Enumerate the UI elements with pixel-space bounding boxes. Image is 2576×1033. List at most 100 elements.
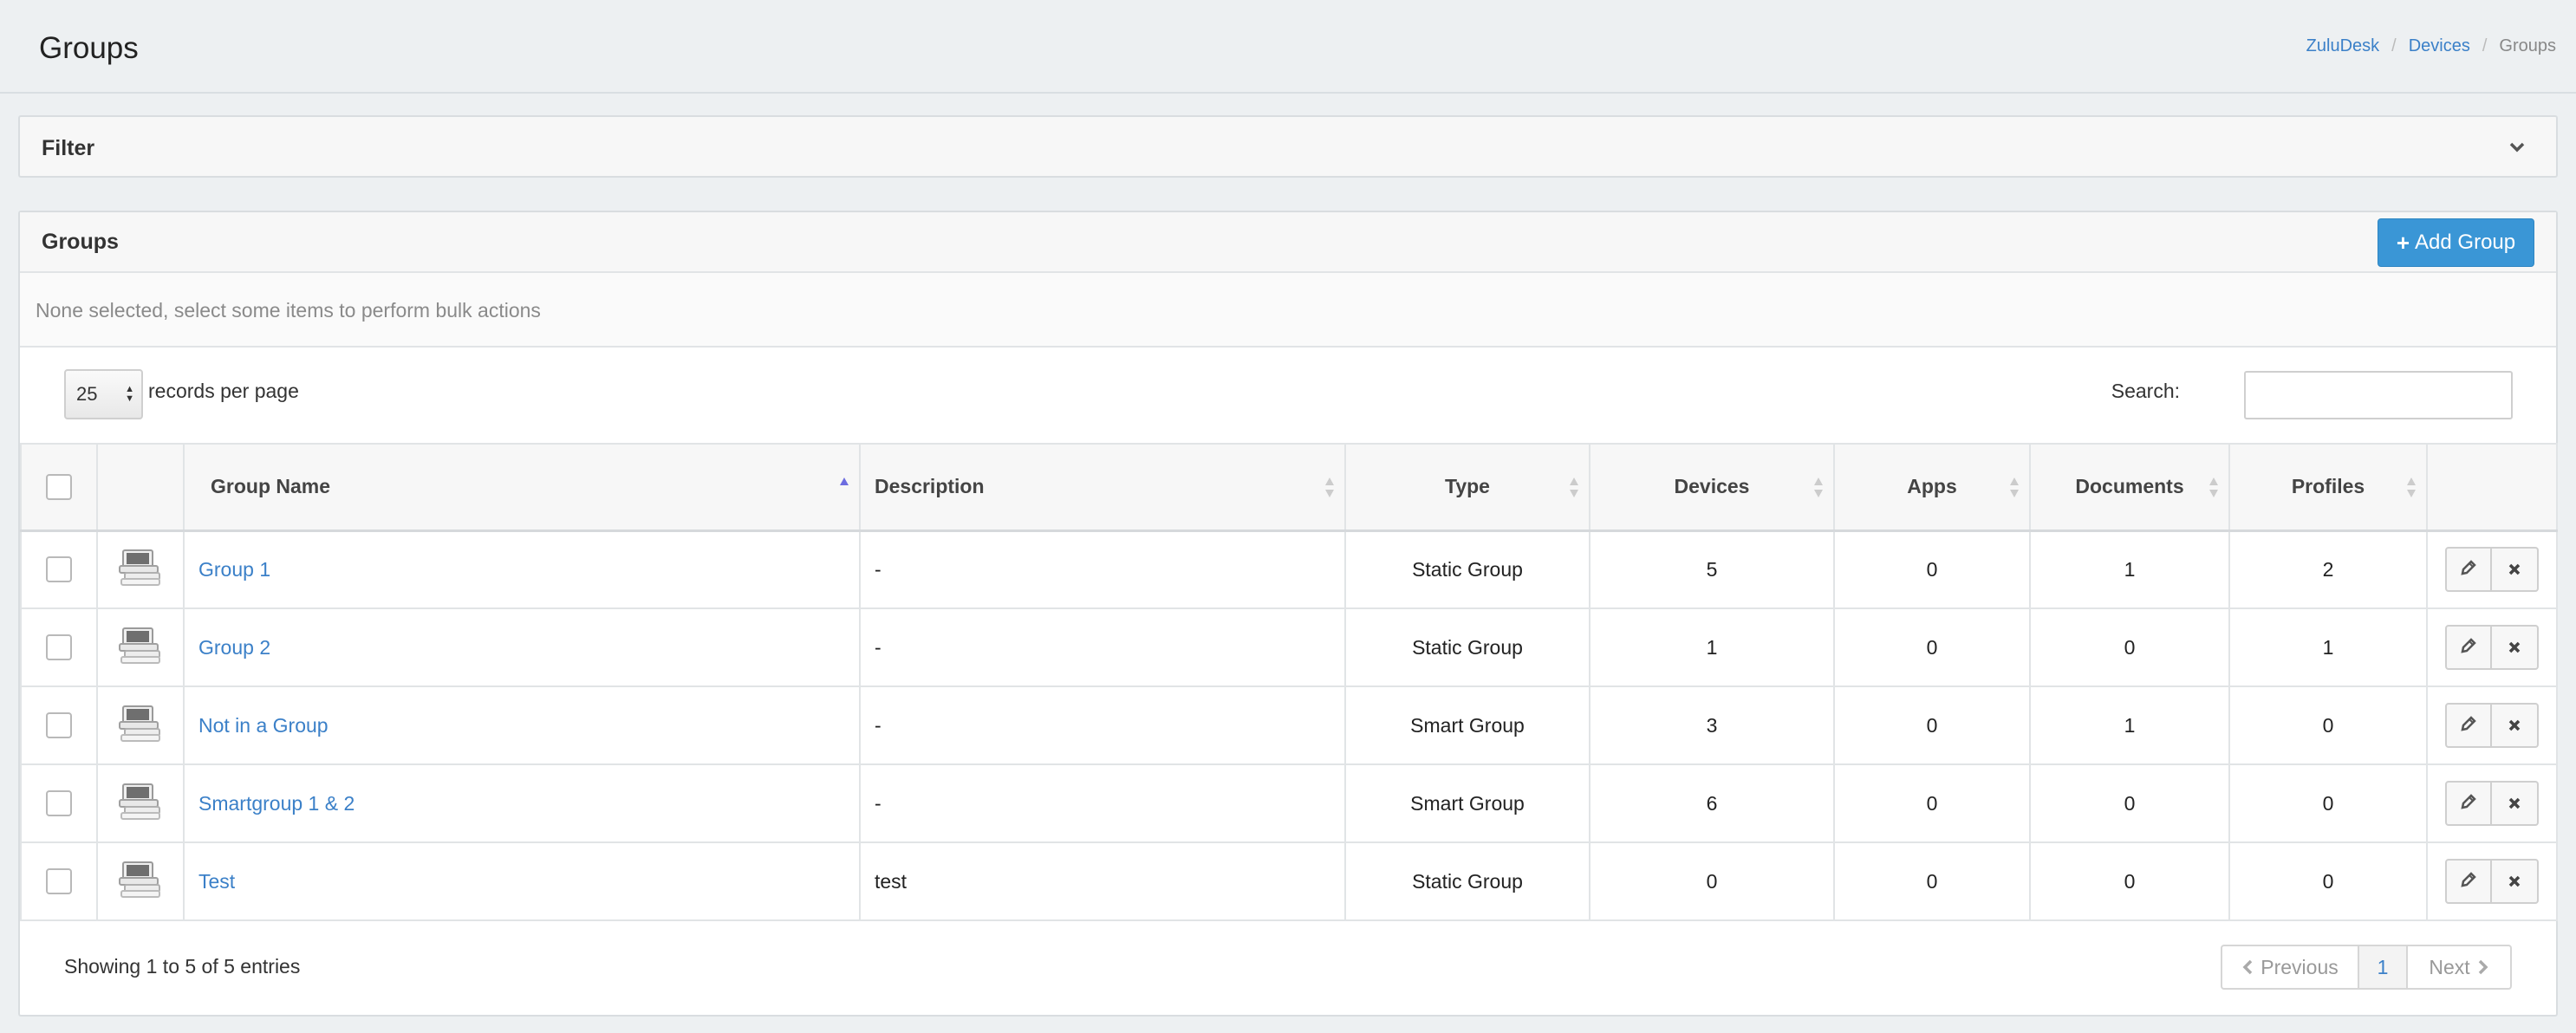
row-icon-cell	[96, 529, 185, 609]
column-header-documents[interactable]: Documents	[2029, 443, 2230, 532]
delete-button[interactable]	[2492, 781, 2539, 826]
close-icon	[2508, 870, 2521, 893]
group-name-link[interactable]: Smartgroup 1 & 2	[198, 792, 355, 815]
column-header-devices[interactable]: Devices	[1589, 443, 1835, 532]
next-label: Next	[2429, 955, 2470, 978]
column-header-label: Documents	[2075, 475, 2184, 498]
sort-icon	[2209, 478, 2218, 497]
row-checkbox[interactable]	[46, 712, 72, 738]
row-select-cell	[20, 841, 98, 921]
column-header-label: Profiles	[2291, 475, 2365, 498]
filter-title: Filter	[42, 136, 95, 160]
row-checkbox[interactable]	[46, 556, 72, 583]
table-row: Test test Static Group 0 0 0 0	[20, 841, 2558, 921]
sort-ascending-icon	[840, 478, 849, 485]
previous-page-button[interactable]: Previous	[2221, 945, 2359, 990]
groups-panel-header: Groups + Add Group	[20, 212, 2556, 273]
edit-button[interactable]	[2445, 781, 2492, 826]
column-header-label: Apps	[1907, 475, 1957, 498]
documents-cell: 0	[2029, 763, 2230, 843]
filter-panel[interactable]: Filter	[18, 115, 2558, 178]
row-select-cell	[20, 529, 98, 609]
type-cell: Static Group	[1344, 607, 1590, 687]
column-header-type[interactable]: Type	[1344, 443, 1590, 532]
documents-cell: 0	[2029, 841, 2230, 921]
apps-cell: 0	[1833, 685, 2031, 765]
groups-table: Group Name Description Type Devices Apps	[20, 443, 2558, 921]
actions-cell	[2426, 529, 2558, 609]
close-icon	[2508, 558, 2521, 581]
documents-cell: 1	[2029, 529, 2230, 609]
table-row: Group 1 - Static Group 5 0 1 2	[20, 529, 2558, 609]
column-header-profiles[interactable]: Profiles	[2228, 443, 2428, 532]
profiles-cell: 0	[2228, 685, 2428, 765]
close-icon	[2508, 792, 2521, 815]
column-header-description[interactable]: Description	[859, 443, 1346, 532]
row-checkbox[interactable]	[46, 634, 72, 660]
breadcrumb-zuludesk[interactable]: ZuluDesk	[2306, 36, 2379, 56]
actions-cell	[2426, 685, 2558, 765]
actions-cell	[2426, 763, 2558, 843]
add-group-label: Add Group	[2415, 231, 2516, 254]
profiles-cell: 2	[2228, 529, 2428, 609]
device-stack-icon	[118, 549, 163, 591]
close-icon	[2508, 636, 2521, 659]
group-name-link[interactable]: Group 1	[198, 558, 270, 581]
sort-icon	[1325, 478, 1334, 497]
table-info: Showing 1 to 5 of 5 entries	[64, 955, 301, 978]
row-checkbox[interactable]	[46, 868, 72, 894]
pencil-icon	[2460, 558, 2477, 581]
row-select-cell	[20, 763, 98, 843]
next-page-button[interactable]: Next	[2408, 945, 2512, 990]
edit-button[interactable]	[2445, 547, 2492, 593]
row-checkbox[interactable]	[46, 790, 72, 816]
row-icon-cell	[96, 763, 185, 843]
apps-cell: 0	[1833, 763, 2031, 843]
group-name-link[interactable]: Test	[198, 870, 235, 893]
edit-button[interactable]	[2445, 703, 2492, 748]
group-name-link[interactable]: Group 2	[198, 636, 270, 659]
add-group-button[interactable]: + Add Group	[2378, 218, 2534, 267]
select-all-checkbox[interactable]	[46, 473, 72, 500]
column-header-label: Description	[875, 475, 985, 498]
apps-cell: 0	[1833, 529, 2031, 609]
group-name-cell: Not in a Group	[183, 685, 861, 765]
delete-button[interactable]	[2492, 703, 2539, 748]
page-button-1[interactable]: 1	[2359, 945, 2408, 990]
group-name-cell: Group 2	[183, 607, 861, 687]
bulk-actions-bar: None selected, select some items to perf…	[20, 273, 2556, 348]
column-header-group-name[interactable]: Group Name	[183, 443, 861, 532]
delete-button[interactable]	[2492, 547, 2539, 593]
actions-column-header	[2426, 443, 2558, 532]
breadcrumb-devices[interactable]: Devices	[2409, 36, 2470, 56]
group-name-cell: Test	[183, 841, 861, 921]
devices-cell: 5	[1589, 529, 1835, 609]
chevron-down-icon[interactable]	[2508, 138, 2527, 157]
description-cell: -	[859, 685, 1346, 765]
profiles-cell: 0	[2228, 841, 2428, 921]
search-label: Search:	[2111, 380, 2180, 402]
chevron-right-icon	[2478, 959, 2488, 975]
breadcrumb-separator: /	[2482, 36, 2488, 55]
devices-cell: 3	[1589, 685, 1835, 765]
row-icon-cell	[96, 685, 185, 765]
records-per-page-select[interactable]: 25 ▲ ▼	[64, 369, 143, 419]
edit-button[interactable]	[2445, 625, 2492, 670]
type-cell: Static Group	[1344, 529, 1590, 609]
bulk-actions-text: None selected, select some items to perf…	[36, 299, 541, 322]
breadcrumb-separator: /	[2391, 36, 2397, 55]
delete-button[interactable]	[2492, 625, 2539, 670]
column-header-apps[interactable]: Apps	[1833, 443, 2031, 532]
device-stack-icon	[118, 627, 163, 669]
description-cell: -	[859, 607, 1346, 687]
actions-cell	[2426, 841, 2558, 921]
top-bar: Groups ZuluDesk / Devices / Groups	[0, 0, 2576, 94]
group-name-link[interactable]: Not in a Group	[198, 714, 329, 737]
groups-panel: Groups + Add Group None selected, select…	[18, 211, 2558, 1017]
groups-panel-title: Groups	[42, 230, 119, 254]
search-input[interactable]	[2244, 371, 2513, 419]
column-header-label: Group Name	[211, 475, 331, 498]
delete-button[interactable]	[2492, 859, 2539, 904]
edit-button[interactable]	[2445, 859, 2492, 904]
profiles-cell: 1	[2228, 607, 2428, 687]
